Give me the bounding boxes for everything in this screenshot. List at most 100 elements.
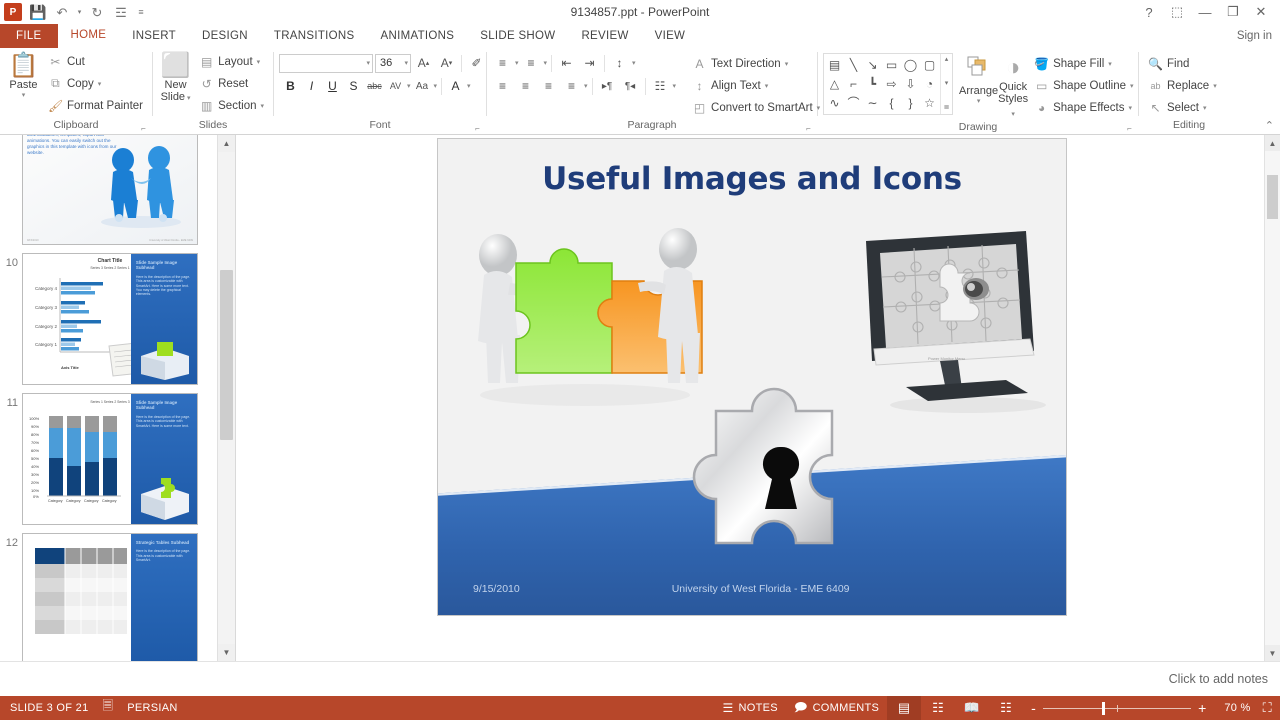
shape-right-brace-icon[interactable]: } xyxy=(901,93,920,112)
undo-icon[interactable]: ↶ xyxy=(51,2,73,22)
replace-button[interactable]: ab Replace ▾ xyxy=(1144,75,1221,96)
paragraph-dialog-launcher[interactable]: ⌐ xyxy=(804,124,813,133)
font-color-button[interactable]: A xyxy=(446,76,465,96)
shadow-button[interactable]: S xyxy=(344,76,363,96)
section-dropdown-icon[interactable]: ▾ xyxy=(260,102,264,110)
arrange-dropdown-icon[interactable]: ▾ xyxy=(977,97,981,105)
clipboard-dialog-launcher[interactable]: ⌐ xyxy=(139,124,148,133)
format-painter-button[interactable]: 🖌 Format Painter xyxy=(44,95,147,116)
tab-view[interactable]: VIEW xyxy=(642,24,699,48)
font-name-input[interactable]: ▾ xyxy=(279,53,373,73)
line-spacing-dropdown-icon[interactable]: ▾ xyxy=(632,59,636,67)
shape-outline-button[interactable]: ▭ Shape Outline ▾ xyxy=(1030,75,1137,96)
slide-scroll-up-icon[interactable]: ▲ xyxy=(1265,135,1280,151)
slide-scroll-handle[interactable] xyxy=(1267,175,1278,219)
shape-star-icon[interactable]: ☆ xyxy=(920,93,939,112)
slide-title[interactable]: Useful Images and Icons xyxy=(438,161,1066,197)
fit-slide-to-window-icon[interactable]: ⛶ xyxy=(1251,700,1272,716)
monitor-puzzle-image[interactable]: Power Monitor Menu xyxy=(858,227,1058,427)
zoom-out-button[interactable]: - xyxy=(1031,700,1036,716)
bold-button[interactable]: B xyxy=(281,76,300,96)
customize-qat-icon[interactable]: ≡ xyxy=(134,2,148,22)
shape-textbox-icon[interactable]: ▤ xyxy=(825,55,844,74)
thumbnail-slide-10[interactable]: 10 Chart Title Series 3 Series 2 Series … xyxy=(0,249,217,389)
text-direction-dropdown-icon[interactable]: ▾ xyxy=(785,60,789,68)
slide-show-button[interactable]: ☷ xyxy=(989,696,1023,720)
shape-line-icon[interactable]: ╲ xyxy=(844,55,863,74)
underline-button[interactable]: U xyxy=(323,76,342,96)
change-case-dropdown-icon[interactable]: ▾ xyxy=(434,82,438,90)
zoom-slider-handle[interactable] xyxy=(1102,701,1106,715)
increase-indent-button[interactable]: ⇥ xyxy=(579,53,600,73)
decrease-indent-button[interactable]: ⇤ xyxy=(556,53,577,73)
tab-home[interactable]: HOME xyxy=(57,24,120,48)
shape-arc-icon[interactable]: ⌒ xyxy=(844,93,863,112)
columns-dropdown-icon[interactable]: ▾ xyxy=(673,82,677,90)
thumbnail-scroll-handle[interactable] xyxy=(220,270,233,440)
text-direction-button[interactable]: A Text Direction ▾ xyxy=(688,53,824,74)
tab-transitions[interactable]: TRANSITIONS xyxy=(261,24,368,48)
columns-button[interactable]: ☷ xyxy=(650,76,671,96)
silver-puzzle-keyhole-image[interactable] xyxy=(686,365,876,595)
shape-effects-button[interactable]: ◕ Shape Effects ▾ xyxy=(1030,97,1137,118)
text-direction-rtl-button[interactable]: ¶◂ xyxy=(620,76,641,96)
start-presentation-icon[interactable]: ☲ xyxy=(110,2,132,22)
copy-dropdown-icon[interactable]: ▾ xyxy=(98,80,102,88)
shape-outline-dropdown-icon[interactable]: ▾ xyxy=(1130,82,1134,90)
align-left-button[interactable]: ≡ xyxy=(492,76,513,96)
thumbnail-slide-11[interactable]: 11 Series 1 Series 2 Series 3 100% 90% 80%… xyxy=(0,389,217,529)
shape-fill-dropdown-icon[interactable]: ▾ xyxy=(1108,60,1112,68)
bullets-button[interactable]: ≡ xyxy=(492,53,513,73)
help-button[interactable]: ? xyxy=(1136,2,1162,22)
thumbnail-scroll-up-icon[interactable]: ▲ xyxy=(218,135,235,152)
shape-triangle-icon[interactable]: △ xyxy=(825,74,844,93)
language-indicator[interactable]: PERSIAN xyxy=(127,702,177,714)
cut-button[interactable]: ✂ Cut xyxy=(44,51,147,72)
minimize-button[interactable]: — xyxy=(1192,2,1218,22)
layout-button[interactable]: ▤ Layout ▾ xyxy=(195,51,268,72)
paste-button[interactable]: 📋 Paste ▾ xyxy=(5,51,42,100)
zoom-in-button[interactable]: + xyxy=(1198,700,1206,716)
slide-scroll-down-icon[interactable]: ▼ xyxy=(1265,645,1280,661)
comments-button[interactable]: 🗩 COMMENTS xyxy=(786,696,887,720)
justify-button[interactable]: ≡ xyxy=(561,76,582,96)
shapes-more-icon[interactable]: ≣ xyxy=(941,103,952,113)
tab-review[interactable]: REVIEW xyxy=(568,24,641,48)
shape-elbow-connector-icon[interactable]: ⌐ xyxy=(844,74,863,93)
font-dialog-launcher[interactable]: ⌐ xyxy=(473,124,482,133)
reading-view-button[interactable]: 📖 xyxy=(955,696,989,720)
clear-formatting-button[interactable]: ✐ xyxy=(466,53,487,73)
shape-curve-icon[interactable]: ∼ xyxy=(863,93,882,112)
shapes-scroll-down-icon[interactable]: ▾ xyxy=(941,79,952,89)
sign-in-link[interactable]: Sign in xyxy=(1237,24,1280,48)
shape-fill-button[interactable]: 🪣 Shape Fill ▾ xyxy=(1030,53,1137,74)
shape-rectangle-icon[interactable]: ▭ xyxy=(882,55,901,74)
shape-elbow-arrow-icon[interactable]: ┗ xyxy=(863,74,882,93)
shape-right-arrow-icon[interactable]: ⇨ xyxy=(882,74,901,93)
slide-thumbnail-pane[interactable]: 9 Be Sure to Visit Us On-Line Our websit… xyxy=(0,135,236,661)
font-name-dropdown-icon[interactable]: ▾ xyxy=(366,59,370,67)
shapes-gallery-scrollbar[interactable]: ▴ ▾ ≣ xyxy=(940,54,952,114)
character-spacing-dropdown-icon[interactable]: ▾ xyxy=(407,82,411,90)
spelling-icon[interactable]: 🗏 xyxy=(103,697,114,719)
shape-effects-dropdown-icon[interactable]: ▾ xyxy=(1129,104,1133,112)
new-slide-button[interactable]: ⬜ New Slide ▾ xyxy=(158,51,193,105)
tab-file[interactable]: FILE xyxy=(0,24,58,48)
quick-styles-dropdown-icon[interactable]: ▾ xyxy=(1011,111,1015,118)
drawing-dialog-launcher[interactable]: ⌐ xyxy=(1125,124,1134,133)
replace-dropdown-icon[interactable]: ▾ xyxy=(1213,82,1217,90)
thumbnail-slide-9[interactable]: 9 Be Sure to Visit Us On-Line Our websit… xyxy=(0,135,217,249)
tab-insert[interactable]: INSERT xyxy=(119,24,189,48)
tab-animations[interactable]: ANIMATIONS xyxy=(368,24,468,48)
slide-sorter-view-button[interactable]: ☷ xyxy=(921,696,955,720)
slide-scroll-track[interactable] xyxy=(1265,151,1280,645)
grow-font-button[interactable]: A ▴ xyxy=(413,53,434,73)
align-right-button[interactable]: ≡ xyxy=(538,76,559,96)
quick-styles-button[interactable]: ◑ Quick Styles ▾ xyxy=(998,53,1028,121)
font-color-dropdown-icon[interactable]: ▾ xyxy=(467,82,471,90)
shape-down-arrow-icon[interactable]: ⇩ xyxy=(901,74,920,93)
notes-pane[interactable]: Click to add notes xyxy=(0,661,1280,696)
notes-button[interactable]: ☰ NOTES xyxy=(714,696,785,720)
thumbnail-scroll-down-icon[interactable]: ▼ xyxy=(218,644,235,661)
shapes-gallery[interactable]: ▤ ╲ ↘ ▭ ◯ ▢ △ ⌐ ┗ ⇨ ⇩ ◔ ∿ ⌒ ∼ {} ☆ ▴ ▾ … xyxy=(823,53,953,115)
